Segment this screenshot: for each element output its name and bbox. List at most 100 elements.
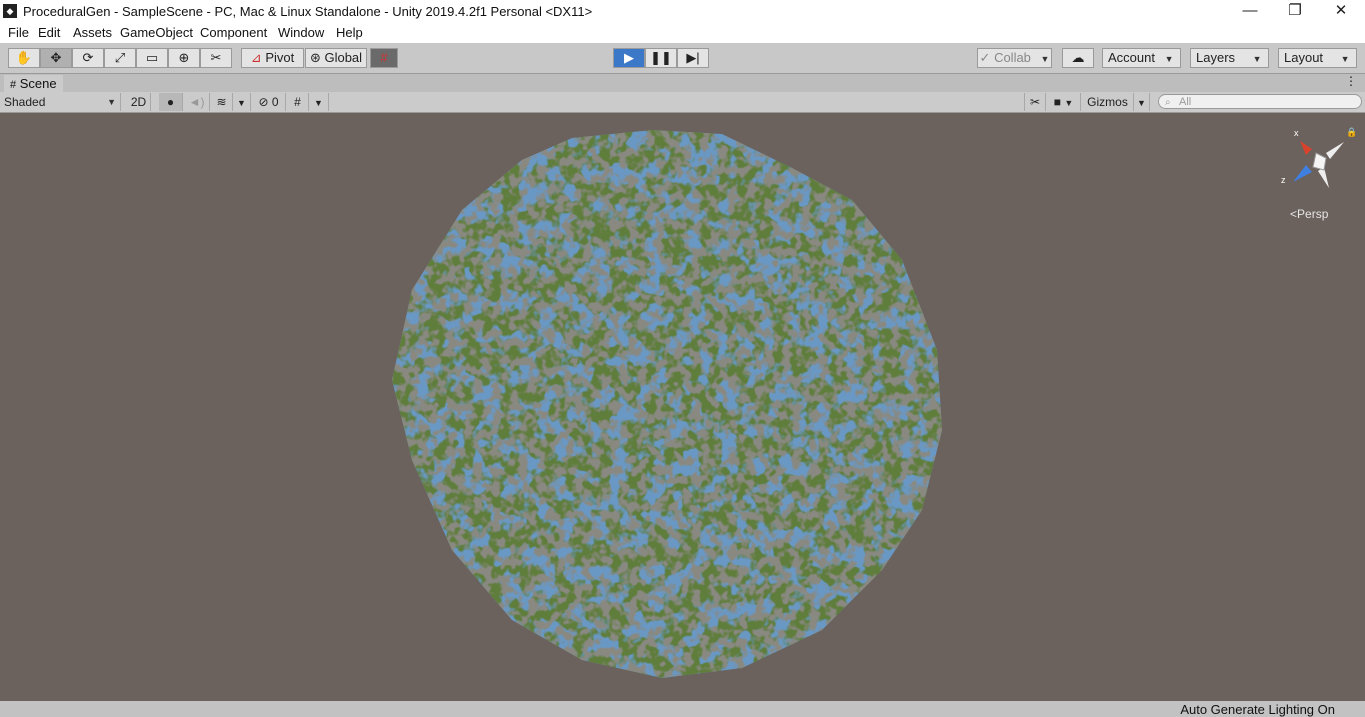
menu-help[interactable]: Help bbox=[336, 25, 363, 40]
gizmo-center-cube[interactable] bbox=[1312, 152, 1327, 171]
camera-dropdown-icon: ▼ bbox=[1064, 98, 1074, 108]
shading-mode-dropdown[interactable]: Shaded ▼ bbox=[0, 93, 121, 111]
pause-icon: ❚❚ bbox=[650, 50, 672, 65]
menu-gameobject[interactable]: GameObject bbox=[120, 25, 193, 40]
grid-dropdown[interactable]: ▼ bbox=[309, 93, 329, 111]
check-icon: ✓ bbox=[979, 50, 991, 65]
maximize-button[interactable]: ❐ bbox=[1272, 0, 1318, 22]
tools-icon: ✂ bbox=[1029, 95, 1041, 109]
scene-search-input[interactable]: ⌕ All bbox=[1158, 94, 1362, 109]
minimize-button[interactable]: — bbox=[1227, 0, 1273, 22]
menu-bar: File Edit Assets GameObject Component Wi… bbox=[0, 22, 1365, 43]
account-dropdown-icon: ▼ bbox=[1164, 54, 1174, 64]
status-bar: Auto Generate Lighting On bbox=[0, 701, 1365, 717]
cloud-button[interactable]: ☁ bbox=[1062, 48, 1094, 68]
menu-edit[interactable]: Edit bbox=[38, 25, 60, 40]
custom-tool-icon: ✂ bbox=[210, 50, 222, 65]
tools-toggle[interactable]: ✂ bbox=[1024, 93, 1046, 111]
gizmos-dropdown-icon: ▼ bbox=[1137, 98, 1146, 108]
menu-assets[interactable]: Assets bbox=[73, 25, 112, 40]
gizmos-label: Gizmos bbox=[1087, 95, 1128, 109]
rotate-tool-button[interactable]: ⟳ bbox=[72, 48, 104, 68]
z-axis-cone[interactable] bbox=[1293, 165, 1312, 182]
play-icon: ▶ bbox=[624, 50, 634, 65]
scene-viewport[interactable]: x z 🔒 <Persp bbox=[0, 113, 1365, 701]
lock-icon[interactable]: 🔒 bbox=[1346, 127, 1357, 138]
speaker-icon: ◄) bbox=[188, 95, 205, 109]
scene-toolbar: Shaded ▼ 2D ● ◄) ≋ ▼ ⊘ 0 # ▼ ✂ ■ ▼ Gizmo… bbox=[0, 92, 1365, 113]
status-text: Auto Generate Lighting On bbox=[1180, 702, 1335, 717]
gizmos-button[interactable]: Gizmos bbox=[1082, 93, 1134, 111]
account-label: Account bbox=[1108, 50, 1155, 65]
menu-file[interactable]: File bbox=[8, 25, 29, 40]
layout-dropdown-icon: ▼ bbox=[1340, 54, 1350, 64]
audio-toggle[interactable]: ◄) bbox=[184, 93, 210, 111]
global-label: Global bbox=[324, 50, 363, 65]
menu-component[interactable]: Component bbox=[200, 25, 267, 40]
terrain-mesh[interactable] bbox=[392, 130, 946, 678]
shading-mode-label: Shaded bbox=[4, 95, 46, 109]
layers-label: Layers bbox=[1196, 50, 1236, 65]
gizmos-dropdown[interactable]: ▼ bbox=[1134, 93, 1150, 111]
hidden-count: 0 bbox=[271, 95, 279, 109]
window-titlebar: ◆ ProceduralGen - SampleScene - PC, Mac … bbox=[0, 0, 1365, 22]
eye-slash-icon: ⊘ bbox=[258, 95, 269, 109]
custom-tool-button[interactable]: ✂ bbox=[200, 48, 232, 68]
2d-toggle[interactable]: 2D bbox=[127, 93, 151, 111]
effects-dropdown[interactable]: ▼ bbox=[233, 93, 251, 111]
grid-snap-icon: # bbox=[380, 50, 388, 65]
orientation-gizmo[interactable]: x z 🔒 bbox=[1278, 125, 1358, 205]
step-icon: ▶| bbox=[686, 50, 700, 65]
collab-label: Collab bbox=[994, 50, 1031, 65]
layers-dropdown[interactable]: Layers ▼ bbox=[1190, 48, 1269, 68]
move-tool-icon: ✥ bbox=[50, 50, 62, 65]
scene-tab-bar: # Scene ⋮ bbox=[0, 74, 1365, 93]
hand-tool-icon: ✋ bbox=[15, 50, 33, 65]
transform-tool-button[interactable]: ⊕ bbox=[168, 48, 200, 68]
transform-tool-icon: ⊕ bbox=[178, 50, 190, 65]
step-button[interactable]: ▶| bbox=[677, 48, 709, 68]
close-button[interactable]: ✕ bbox=[1318, 0, 1364, 22]
shading-dropdown-icon: ▼ bbox=[107, 97, 116, 107]
pause-button[interactable]: ❚❚ bbox=[645, 48, 677, 68]
tab-menu-icon[interactable]: ⋮ bbox=[1345, 74, 1357, 88]
scene-grid-icon: # bbox=[10, 79, 17, 91]
scale-tool-icon: ⤢ bbox=[114, 50, 126, 65]
x-axis-cone[interactable] bbox=[1300, 141, 1312, 155]
hand-tool-button[interactable]: ✋ bbox=[8, 48, 40, 68]
layout-dropdown[interactable]: Layout ▼ bbox=[1278, 48, 1357, 68]
grid-toggle[interactable]: # bbox=[287, 93, 309, 111]
lighting-toggle[interactable]: ● bbox=[159, 93, 183, 111]
play-button[interactable]: ▶ bbox=[613, 48, 645, 68]
pivot-icon: ⊿ bbox=[250, 50, 262, 65]
search-placeholder: All bbox=[1179, 96, 1192, 108]
scene-tab-label: Scene bbox=[19, 76, 57, 91]
rect-tool-button[interactable]: ▭ bbox=[136, 48, 168, 68]
hidden-objects-toggle[interactable]: ⊘ 0 bbox=[252, 93, 286, 111]
chevron-left-icon: < bbox=[1290, 207, 1298, 221]
tab-scene[interactable]: # Scene bbox=[4, 75, 63, 92]
camera-settings-button[interactable]: ■ ▼ bbox=[1047, 93, 1081, 111]
scale-tool-button[interactable]: ⤢ bbox=[104, 48, 136, 68]
layers-dropdown-icon: ▼ bbox=[1252, 54, 1262, 64]
grid-dropdown-icon: ▼ bbox=[314, 98, 323, 108]
collab-button[interactable]: ✓ Collab ▼ bbox=[977, 48, 1052, 68]
search-icon: ⌕ bbox=[1165, 97, 1171, 108]
menu-window[interactable]: Window bbox=[278, 25, 324, 40]
window-title: ProceduralGen - SampleScene - PC, Mac & … bbox=[23, 4, 593, 19]
camera-icon: ■ bbox=[1053, 95, 1061, 109]
move-tool-button[interactable]: ✥ bbox=[40, 48, 72, 68]
grid-icon: # bbox=[294, 95, 301, 109]
unity-icon: ◆ bbox=[3, 4, 17, 18]
projection-toggle[interactable]: <Persp bbox=[1290, 207, 1328, 221]
terrain-shading bbox=[392, 130, 942, 678]
neg-x-axis-cone[interactable] bbox=[1326, 142, 1344, 159]
effects-dropdown-icon: ▼ bbox=[237, 98, 246, 108]
grid-snap-button[interactable]: # bbox=[370, 48, 398, 68]
account-dropdown[interactable]: Account ▼ bbox=[1102, 48, 1181, 68]
pivot-toggle[interactable]: ⊿ Pivot bbox=[241, 48, 304, 68]
x-axis-label: x bbox=[1294, 128, 1299, 138]
global-toggle[interactable]: ⊛ Global bbox=[305, 48, 367, 68]
effects-toggle[interactable]: ≋ bbox=[211, 93, 233, 111]
cloud-icon: ☁ bbox=[1071, 50, 1085, 65]
